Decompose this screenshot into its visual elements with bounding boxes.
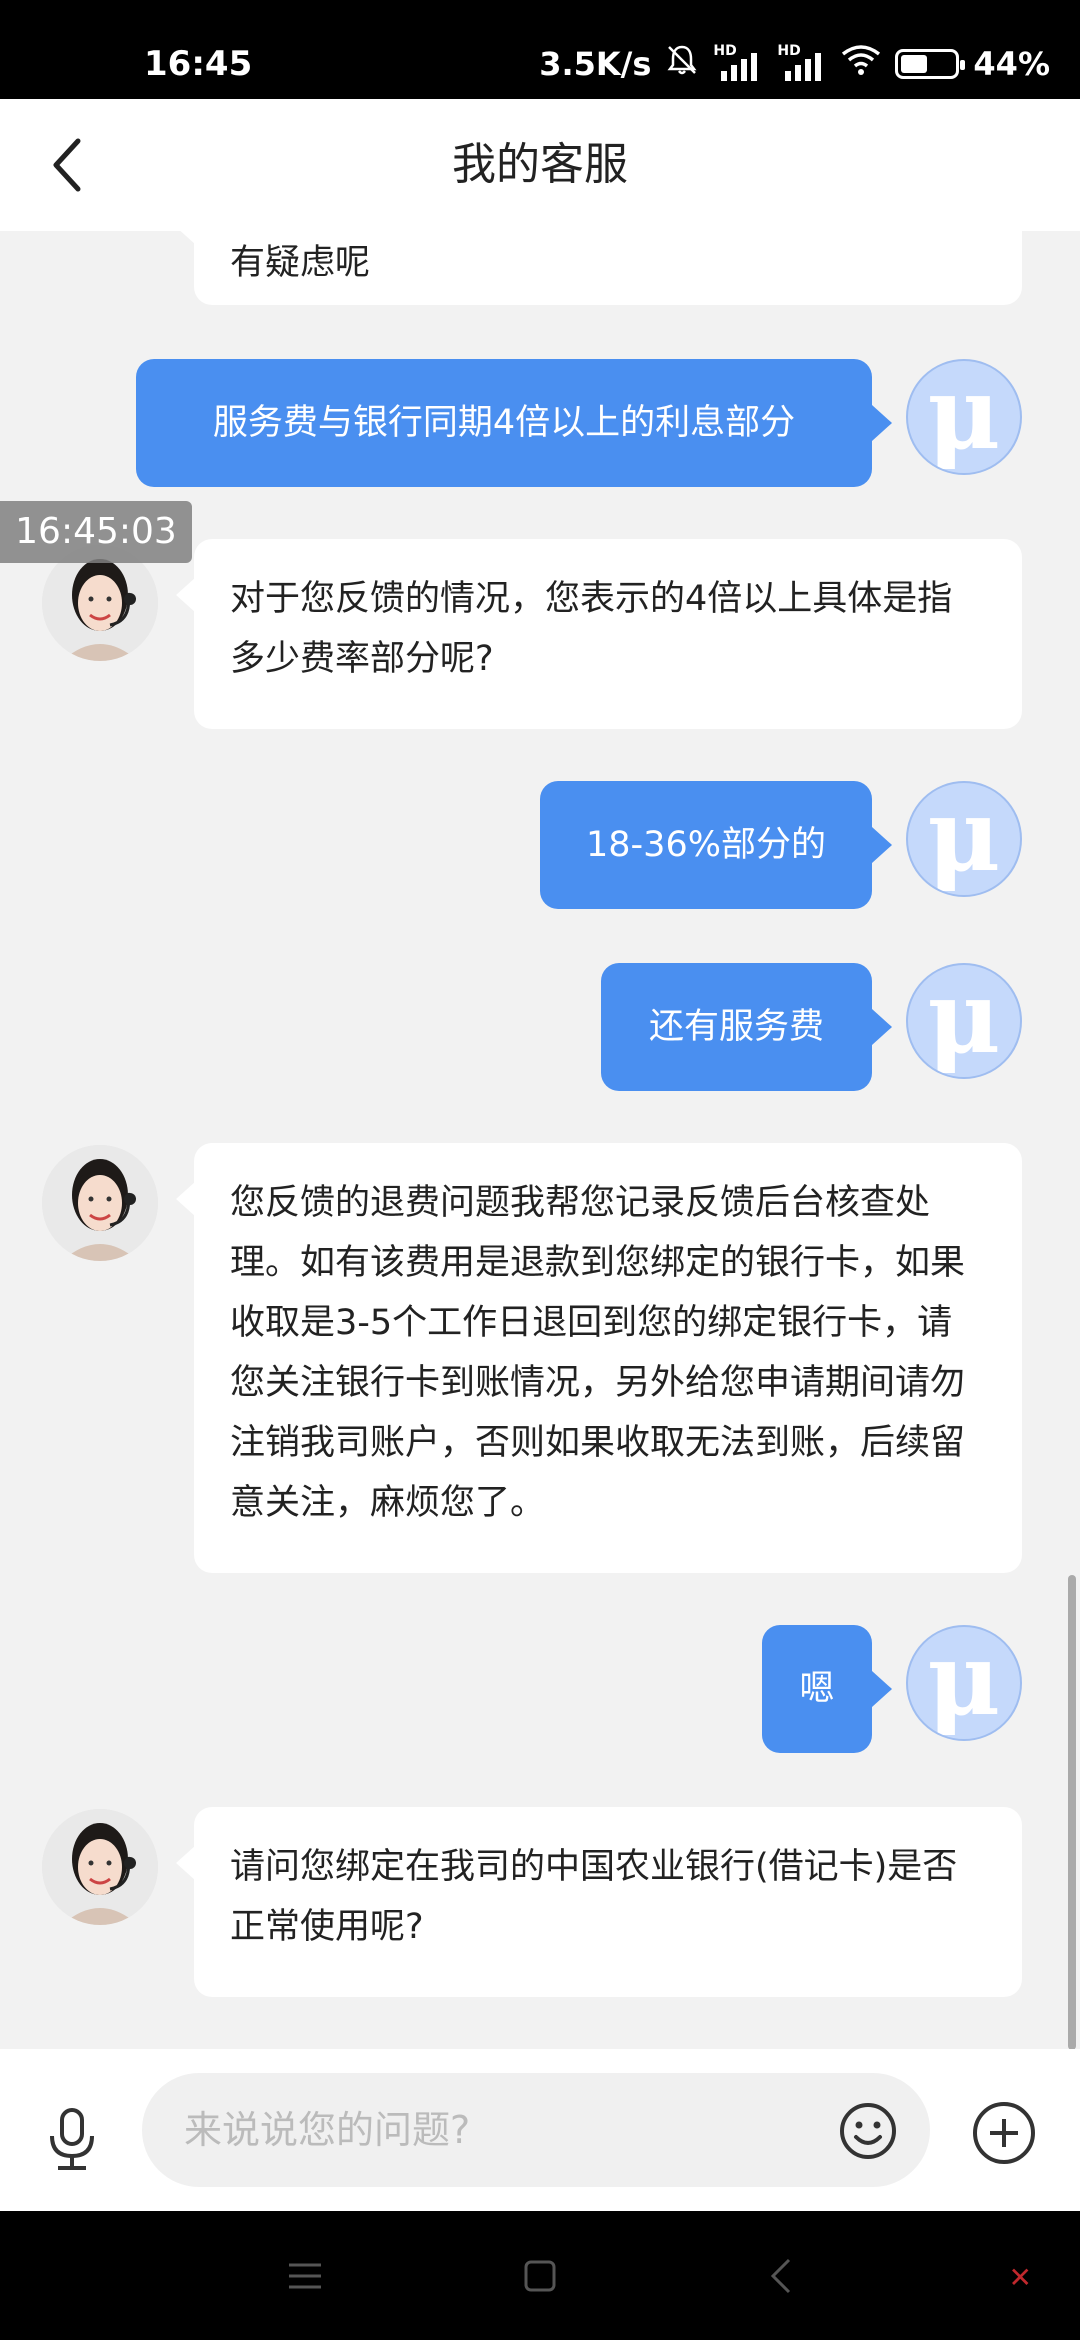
voice-input-button[interactable] [32, 2099, 112, 2179]
user-message: 服务费与银行同期4倍以上的利息部分 [136, 359, 892, 487]
wifi-icon [841, 44, 881, 84]
page-title: 我的客服 [452, 139, 628, 190]
menu-icon [289, 2263, 321, 2289]
message-text: 您反馈的退费问题我帮您记录反馈后台核查处理。如有该费用是退款到您绑定的银行卡，如… [230, 1183, 966, 1523]
message-text: 还有服务费 [648, 1007, 824, 1047]
agent-message: 您反馈的退费问题我帮您记录反馈后台核查处理。如有该费用是退款到您绑定的银行卡，如… [176, 1143, 1022, 1573]
mute-bell-icon [665, 43, 699, 85]
user-message: 还有服务费 [601, 963, 892, 1091]
user-avatar[interactable]: μ [906, 359, 1022, 475]
agent-message: 有疑虑呢 [176, 231, 1022, 305]
emoji-button[interactable] [838, 2101, 898, 2161]
chat-message-list[interactable]: 有疑虑呢 服务费与银行同期4倍以上的利息部分 μ 对于您反馈的情况，您表示的4倍… [0, 231, 1080, 2049]
signal-sim2-icon: HD [777, 43, 827, 81]
message-text: 服务费与银行同期4倍以上的利息部分 [212, 403, 796, 443]
battery-icon [895, 49, 966, 79]
message-text: 对于您反馈的情况，您表示的4倍以上具体是指多少费率部分呢? [230, 579, 953, 679]
square-home-icon [524, 2260, 556, 2292]
status-time: 16:45 [144, 44, 253, 84]
plus-circle-icon [973, 2102, 1035, 2164]
system-nav-bar: ✕ [0, 2211, 1080, 2340]
user-avatar[interactable]: μ [906, 963, 1022, 1079]
message-input-field[interactable] [142, 2073, 930, 2187]
status-bar: 16:45 3.5K/s HD HD 44% [0, 0, 1080, 99]
message-input[interactable] [184, 2073, 784, 2187]
user-avatar-glyph: μ [927, 963, 1001, 1076]
user-avatar-glyph: μ [927, 359, 1001, 472]
network-speed: 3.5K/s [539, 45, 652, 83]
more-options-button[interactable] [970, 2099, 1038, 2167]
microphone-icon [50, 2108, 94, 2170]
battery-percent: 44% [973, 45, 1050, 83]
user-message: 嗯 [762, 1625, 892, 1753]
nav-back-button[interactable] [756, 2251, 806, 2301]
message-text: 有疑虑呢 [230, 243, 371, 283]
agent-avatar[interactable] [42, 1809, 158, 1925]
user-avatar-glyph: μ [927, 1625, 1001, 1738]
timestamp-overlay: 16:45:03 [0, 501, 192, 563]
agent-message: 对于您反馈的情况，您表示的4倍以上具体是指多少费率部分呢? [176, 539, 1022, 729]
message-text: 18-36%部分的 [586, 825, 826, 865]
watermark-logo: ✕ [1009, 2261, 1032, 2294]
chat-scrollbar[interactable] [1068, 1575, 1076, 2050]
nav-home-button[interactable] [515, 2251, 565, 2301]
input-bar [0, 2049, 1080, 2211]
triangle-back-icon [770, 2258, 791, 2294]
app-header: 我的客服 [0, 99, 1080, 231]
signal-sim1-icon: HD [713, 43, 763, 81]
agent-message: 请问您绑定在我司的中国农业银行(借记卡)是否正常使用呢? [176, 1807, 1022, 1997]
user-avatar[interactable]: μ [906, 1625, 1022, 1741]
user-avatar-glyph: μ [927, 781, 1001, 894]
message-text: 请问您绑定在我司的中国农业银行(借记卡)是否正常使用呢? [230, 1847, 958, 1947]
user-message: 18-36%部分的 [540, 781, 892, 909]
status-indicators: 3.5K/s HD HD 44% [539, 43, 1050, 85]
watermark-mark-icon: ✕ [1008, 2261, 1032, 2294]
message-text: 嗯 [799, 1669, 835, 1709]
smiley-icon [840, 2103, 896, 2159]
user-avatar[interactable]: μ [906, 781, 1022, 897]
nav-menu-button[interactable] [280, 2251, 330, 2301]
agent-avatar[interactable] [42, 1145, 158, 1261]
